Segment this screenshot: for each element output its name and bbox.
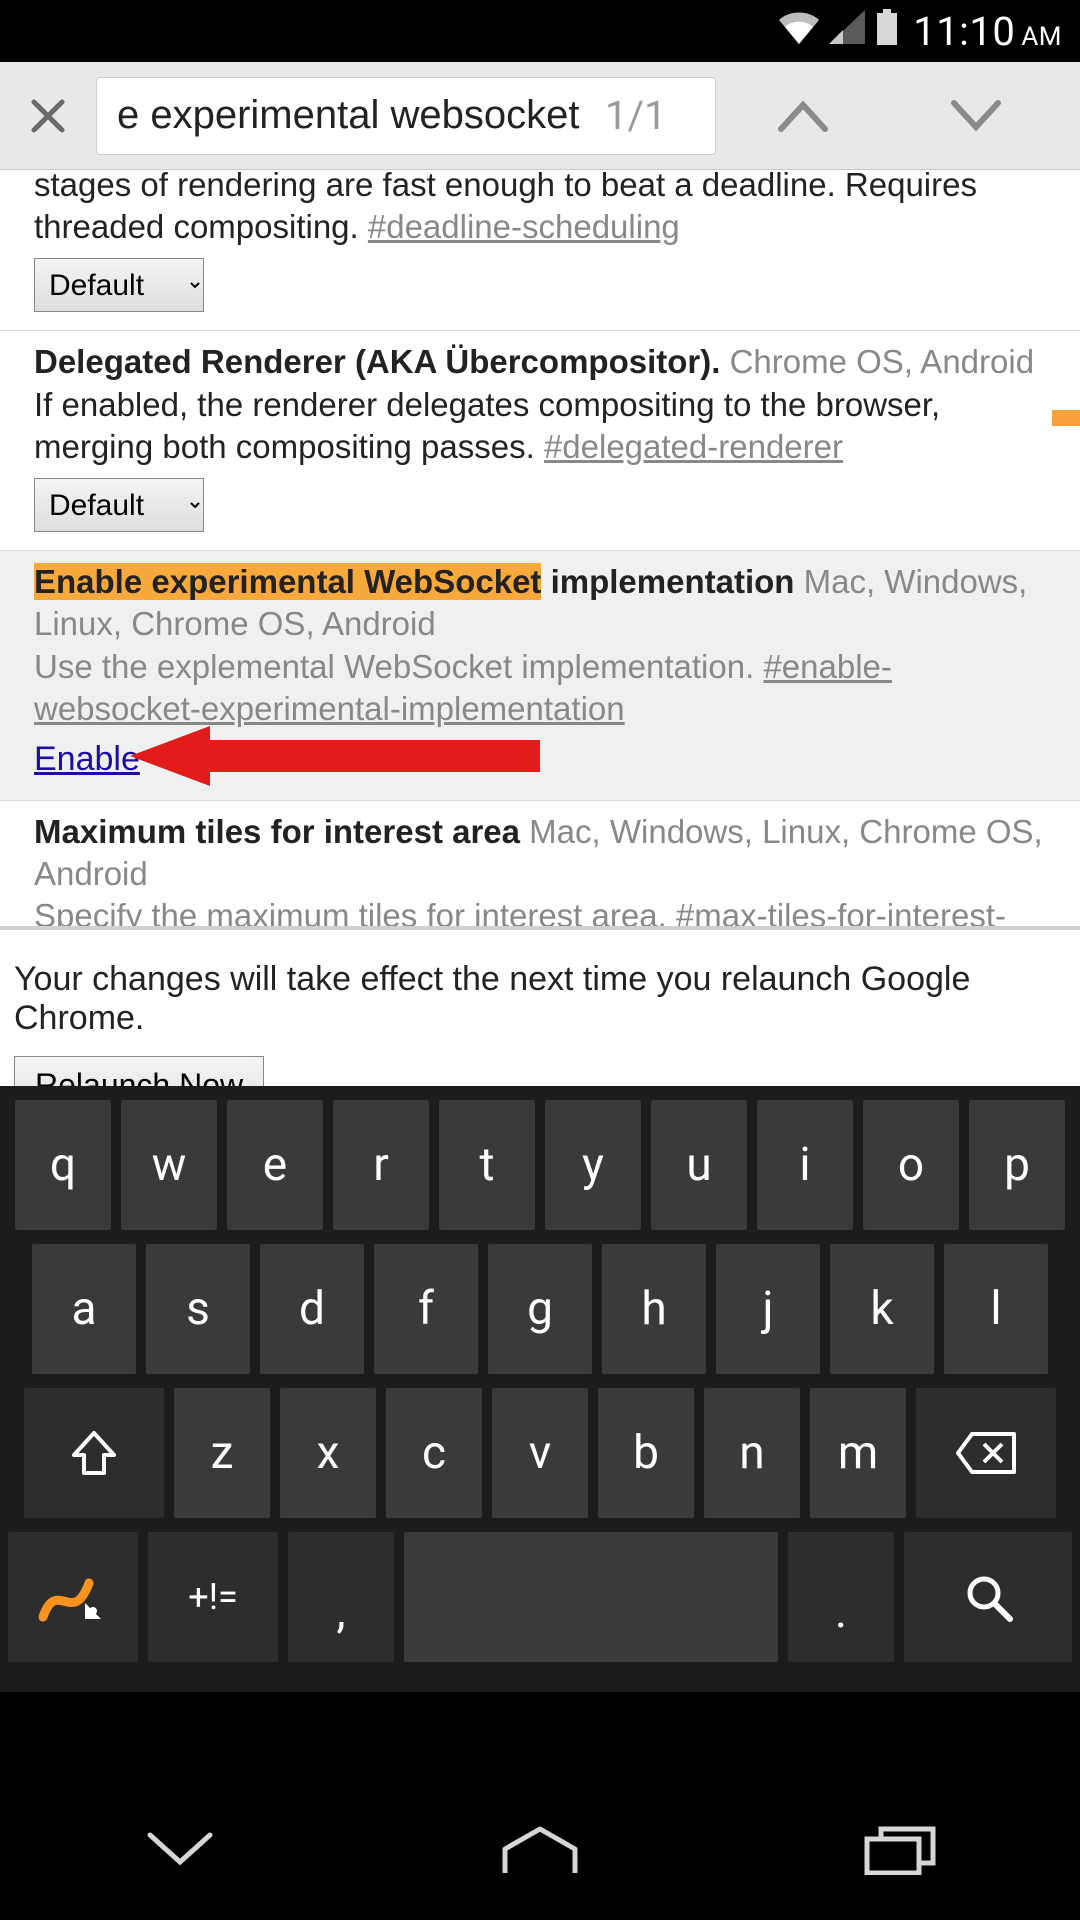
status-icons	[779, 9, 899, 54]
key-h[interactable]: h	[602, 1244, 706, 1374]
shift-key[interactable]	[24, 1388, 164, 1518]
recent-apps-button[interactable]	[840, 1810, 960, 1890]
key-u[interactable]: u	[651, 1100, 747, 1230]
find-input[interactable]	[117, 93, 597, 138]
flag-title: Maximum tiles for interest area	[34, 813, 520, 850]
key-l[interactable]: l	[944, 1244, 1048, 1374]
flag-platforms: Chrome OS, Android	[720, 343, 1034, 380]
key-j[interactable]: j	[716, 1244, 820, 1374]
close-find-button[interactable]	[18, 86, 78, 146]
key-w[interactable]: w	[121, 1100, 217, 1230]
flag-select[interactable]: Default	[34, 478, 204, 532]
key-q[interactable]: q	[15, 1100, 111, 1230]
battery-icon	[875, 9, 899, 54]
flag-anchor[interactable]: #delegated-renderer	[544, 428, 843, 465]
key-o[interactable]: o	[863, 1100, 959, 1230]
nav-bar	[0, 1780, 1080, 1920]
backspace-key[interactable]	[916, 1388, 1056, 1518]
flag-enable-experimental-websocket: Enable experimental WebSocket implementa…	[0, 550, 1080, 799]
scrollbar-find-marker	[1052, 410, 1080, 426]
flag-anchor[interactable]: #deadline-scheduling	[368, 208, 680, 245]
find-in-page-bar: 1/1	[0, 62, 1080, 170]
relaunch-button[interactable]: Relaunch Now	[14, 1056, 264, 1086]
key-x[interactable]: x	[280, 1388, 376, 1518]
key-b[interactable]: b	[598, 1388, 694, 1518]
space-key[interactable]	[404, 1532, 778, 1662]
key-g[interactable]: g	[488, 1244, 592, 1374]
comma-key[interactable]: ,	[288, 1532, 394, 1662]
swype-key[interactable]	[8, 1532, 138, 1662]
find-input-container[interactable]: 1/1	[96, 77, 716, 155]
wifi-icon	[779, 10, 819, 53]
key-i[interactable]: i	[757, 1100, 853, 1230]
symbols-key[interactable]: +!=	[148, 1532, 278, 1662]
period-key[interactable]: .	[788, 1532, 894, 1662]
clock: 11:10AM	[913, 8, 1062, 55]
key-e[interactable]: e	[227, 1100, 323, 1230]
key-t[interactable]: t	[439, 1100, 535, 1230]
key-y[interactable]: y	[545, 1100, 641, 1230]
key-f[interactable]: f	[374, 1244, 478, 1374]
relaunch-bar: Your changes will take effect the next t…	[0, 926, 1080, 1086]
flag-deadline-scheduling: stages of rendering are fast enough to b…	[0, 170, 1080, 330]
flags-page[interactable]: stages of rendering are fast enough to b…	[0, 170, 1080, 1086]
cell-signal-icon	[829, 10, 865, 53]
status-bar: 11:10AM	[0, 0, 1080, 62]
key-c[interactable]: c	[386, 1388, 482, 1518]
find-prev-button[interactable]	[763, 76, 843, 156]
flag-delegated-renderer: Delegated Renderer (AKA Übercompositor).…	[0, 330, 1080, 550]
key-n[interactable]: n	[704, 1388, 800, 1518]
back-button[interactable]	[120, 1810, 240, 1890]
find-next-button[interactable]	[936, 76, 1016, 156]
on-screen-keyboard: qwertyuiop asdfghjkl zxcvbnm +!= , .	[0, 1086, 1080, 1692]
key-a[interactable]: a	[32, 1244, 136, 1374]
flag-desc: Use the explemental WebSocket implementa…	[34, 648, 763, 685]
flag-title-rest: implementation	[541, 563, 794, 600]
clock-time: 11:10	[913, 8, 1015, 55]
scrollbar[interactable]	[1054, 170, 1080, 1086]
key-p[interactable]: p	[969, 1100, 1065, 1230]
find-match-count: 1/1	[605, 92, 666, 139]
key-s[interactable]: s	[146, 1244, 250, 1374]
home-button[interactable]	[480, 1810, 600, 1890]
relaunch-message: Your changes will take effect the next t…	[14, 960, 1066, 1038]
key-v[interactable]: v	[492, 1388, 588, 1518]
enable-link[interactable]: Enable	[34, 738, 140, 782]
flag-select[interactable]: Default	[34, 258, 204, 312]
clock-ampm: AM	[1021, 22, 1062, 52]
flag-title: Delegated Renderer (AKA Übercompositor).	[34, 343, 720, 380]
key-m[interactable]: m	[810, 1388, 906, 1518]
flag-title-highlight: Enable experimental WebSocket	[34, 563, 541, 600]
search-key[interactable]	[904, 1532, 1072, 1662]
key-r[interactable]: r	[333, 1100, 429, 1230]
key-k[interactable]: k	[830, 1244, 934, 1374]
key-z[interactable]: z	[174, 1388, 270, 1518]
key-d[interactable]: d	[260, 1244, 364, 1374]
